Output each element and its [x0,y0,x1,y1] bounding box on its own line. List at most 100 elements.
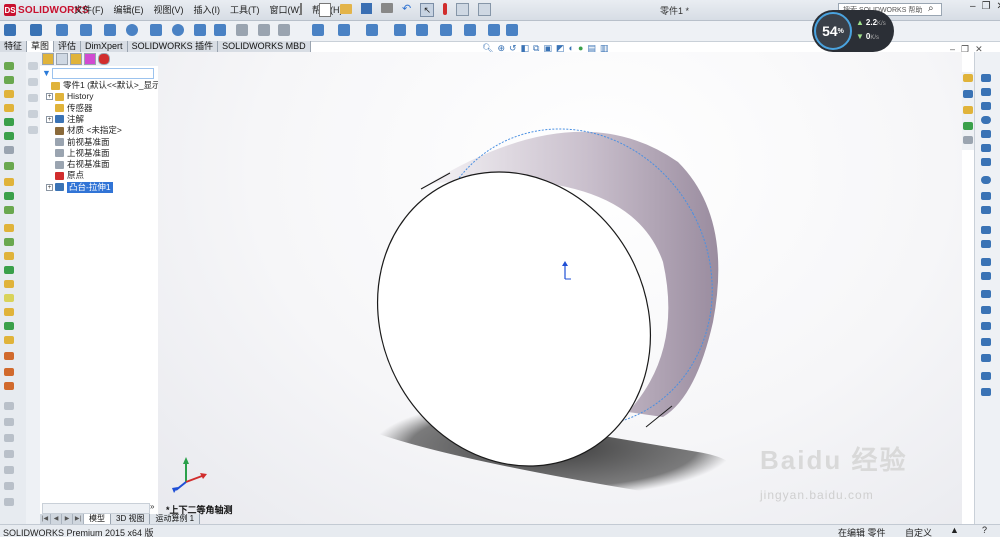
revolved-boss-icon[interactable] [4,76,14,84]
open-folder-icon[interactable] [340,4,352,14]
reference-geometry-icon[interactable] [4,266,14,274]
tab-motion-study[interactable]: 运动算例 1 [150,514,201,524]
shell-icon[interactable] [4,224,14,232]
minimize-icon[interactable]: – [970,1,976,12]
move-copy-body-icon[interactable] [4,418,14,426]
sketch-rectangle-icon[interactable] [981,102,991,110]
intersect-icon[interactable] [4,252,14,260]
appearances-icon[interactable] [963,122,973,130]
sketch-ellipse-icon[interactable] [981,158,991,166]
move-entities-icon[interactable] [440,24,452,36]
sketch-extend-icon[interactable] [981,240,991,248]
pin-icon[interactable] [300,3,310,15]
thicken-icon[interactable] [4,466,14,474]
new-document-icon[interactable] [319,3,331,17]
sketch-rotate-icon[interactable] [981,322,991,330]
delete-body-icon[interactable] [4,434,14,442]
viewport-restore-icon[interactable]: ❐ [961,44,969,55]
tree-item[interactable]: 材质 <未指定> [46,125,122,136]
wrap-icon[interactable] [4,238,14,246]
tab-features[interactable]: 特征 [0,41,28,52]
sketch-trim-icon[interactable] [981,226,991,234]
freeform-icon[interactable] [4,322,14,330]
network-speed-widget[interactable]: 54% ▲ 2.2K/s ▼ 0K/s [812,10,894,52]
tree-item[interactable]: 右视基准面 [46,159,110,170]
sketch-mirror-icon[interactable] [981,272,991,280]
sketch-move-icon[interactable] [981,306,991,314]
more-features-icon[interactable] [4,498,14,506]
custom-properties-icon[interactable] [963,136,973,144]
draft-icon[interactable] [4,206,14,214]
close-icon[interactable]: ✕ [997,1,1000,12]
scroll-right-arrow-icon[interactable]: » [150,502,154,511]
units-dropdown-icon[interactable]: ▲ [950,525,959,535]
polygon-icon[interactable] [172,24,184,36]
tab-sketch[interactable]: 草图 [27,41,55,52]
slot-icon[interactable] [104,24,116,36]
sketch-circle-icon[interactable] [981,116,991,124]
tab-3d-views[interactable]: 3D 视图 [111,514,151,524]
convert-entities-icon[interactable] [338,24,350,36]
property-manager-tab-icon[interactable] [56,53,68,65]
offset-entities-icon[interactable] [366,24,378,36]
plane-tool-icon[interactable] [278,24,290,36]
menu-tools[interactable]: 工具(T) [230,3,260,16]
sketch-rect-icon[interactable] [981,74,991,82]
file-explorer-icon[interactable] [963,106,973,114]
rebuild-icon[interactable] [443,3,448,15]
save-icon[interactable] [361,3,372,14]
rectangle-icon[interactable] [80,24,92,36]
tree-item[interactable]: 原点 [46,170,84,181]
sketch-line-icon[interactable] [981,88,991,96]
status-units[interactable]: 自定义 [905,526,932,539]
arc-icon[interactable] [150,24,162,36]
toggle-icon[interactable] [28,62,38,70]
flex-icon[interactable] [4,368,14,376]
text-icon[interactable] [258,24,270,36]
spline-icon[interactable] [194,24,206,36]
line-icon[interactable] [56,24,68,36]
sketch-centerline-icon[interactable] [981,192,991,200]
tab-addins[interactable]: SOLIDWORKS 插件 [128,41,219,52]
mirror-entities-icon[interactable] [394,24,406,36]
repair-sketch-icon[interactable] [488,24,500,36]
curves-icon[interactable] [4,280,14,288]
indent-icon[interactable] [4,352,14,360]
sketch-relations-icon[interactable] [981,372,991,380]
menu-file[interactable]: 文件(F) [74,3,104,16]
tree-item[interactable]: 零件1 (默认<<默认>_显示状 [42,80,169,91]
toggle-icon[interactable] [28,78,38,86]
tab-dimxpert[interactable]: DimXpert [81,41,128,52]
lofted-boss-icon[interactable] [4,104,14,112]
extruded-cut-icon[interactable] [4,132,14,140]
options-icon[interactable] [478,3,492,16]
sketch-spline-icon[interactable] [981,144,991,152]
sketch-pattern-icon[interactable] [981,290,991,298]
fillet-feature-icon[interactable] [4,162,14,170]
tree-filter-input[interactable] [52,68,154,79]
status-help-icon[interactable]: ? [982,525,987,535]
print-icon[interactable] [381,3,393,13]
tab-model[interactable]: 模型 [84,514,111,524]
quick-snaps-icon[interactable] [506,24,518,36]
search-icon[interactable]: ⌕ [928,3,934,14]
restore-icon[interactable]: ❐ [982,1,991,12]
tree-item[interactable]: + 凸台-拉伸1 [46,181,113,193]
toggle-icon[interactable] [28,126,38,134]
toggle-icon[interactable] [28,110,38,118]
trim-icon[interactable] [312,24,324,36]
solidworks-resources-icon[interactable] [963,74,973,82]
menu-edit[interactable]: 编辑(E) [114,3,144,16]
menu-view[interactable]: 视图(V) [154,3,184,16]
ellipse-icon[interactable] [214,24,226,36]
menu-insert[interactable]: 插入(I) [194,3,221,16]
expand-toggle-icon[interactable]: + [46,93,53,101]
tree-item[interactable]: 传感器 [46,103,93,114]
fillet-icon[interactable] [236,24,248,36]
smart-dimension-icon[interactable] [30,24,42,36]
file-properties-icon[interactable] [456,3,470,16]
boundary-boss-icon[interactable] [4,118,14,126]
design-library-icon[interactable] [963,90,973,98]
expand-toggle-icon[interactable]: + [46,183,53,191]
tree-item[interactable]: 前视基准面 [46,137,110,148]
